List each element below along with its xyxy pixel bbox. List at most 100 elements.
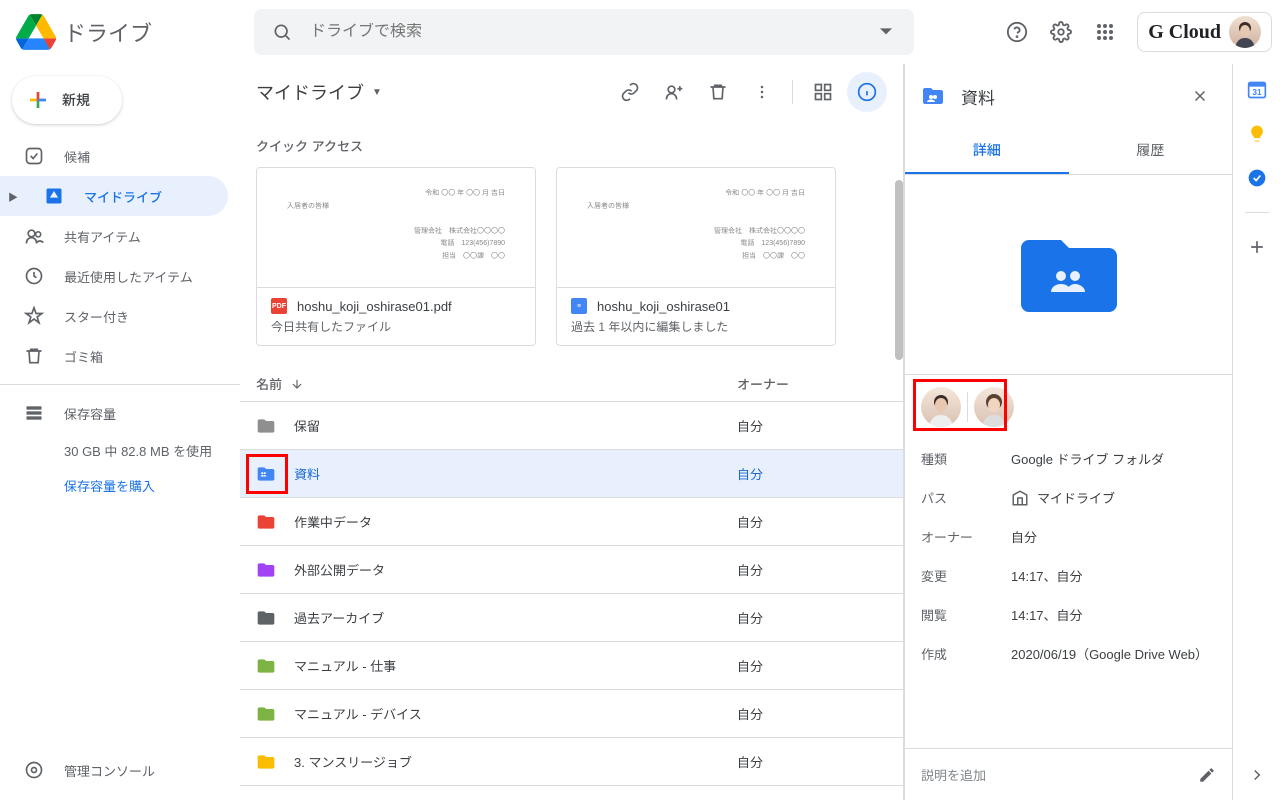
file-row[interactable]: 過去アーカイブ自分 xyxy=(240,594,903,642)
edit-icon[interactable] xyxy=(1198,766,1216,784)
tab-activity[interactable]: 履歴 xyxy=(1069,128,1233,174)
folder-icon xyxy=(256,464,276,484)
sidebar-item-label: 最近使用したアイテム xyxy=(64,267,193,286)
logo-area[interactable]: ドライブ xyxy=(16,12,254,52)
file-row[interactable]: 保留自分 xyxy=(240,402,903,450)
pdf-icon: PDF xyxy=(271,298,287,314)
apps-icon[interactable] xyxy=(1085,12,1125,52)
details-panel: 資料 詳細 履歴 xyxy=(904,64,1232,800)
keep-app-icon[interactable] xyxy=(1247,124,1267,144)
svg-text:31: 31 xyxy=(1252,87,1262,97)
sidebar-item-trash[interactable]: ゴミ箱 xyxy=(0,336,228,376)
doc-icon: ≡ xyxy=(571,298,587,314)
details-title: 資料 xyxy=(961,84,1168,109)
access-avatars[interactable] xyxy=(905,375,1232,439)
delete-icon[interactable] xyxy=(698,72,738,112)
file-owner: 自分 xyxy=(737,560,887,579)
search-options-icon[interactable] xyxy=(866,12,906,52)
sidebar-item-star[interactable]: スター付き xyxy=(0,296,228,336)
storage-usage: 30 GB 中 82.8 MB を使用 xyxy=(0,433,240,468)
scrollbar[interactable] xyxy=(895,180,903,360)
detail-created: 2020/06/19（Google Drive Web） xyxy=(1011,644,1216,663)
sidebar-item-label: スター付き xyxy=(64,307,129,326)
file-owner: 自分 xyxy=(737,416,887,435)
sidebar-item-label: マイドライブ xyxy=(84,187,162,206)
sidebar-admin[interactable]: 管理コンソール xyxy=(0,750,228,790)
grid-view-icon[interactable] xyxy=(803,72,843,112)
sidebar-item-clock[interactable]: 最近使用したアイテム xyxy=(0,256,228,296)
plus-icon xyxy=(26,88,50,112)
file-name: 過去アーカイブ xyxy=(294,608,737,627)
file-owner: 自分 xyxy=(737,608,887,627)
product-name: ドライブ xyxy=(64,16,152,48)
admin-icon xyxy=(24,760,44,780)
sidebar: 新規 候補 ▶ マイドライブ共有アイテム最近使用したアイテムスター付きゴミ箱 保存容… xyxy=(0,64,240,800)
calendar-app-icon[interactable]: 31 xyxy=(1247,80,1267,100)
file-row[interactable]: マニュアル - デバイス自分 xyxy=(240,690,903,738)
quick-access-label: クイック アクセス xyxy=(240,120,903,167)
sidebar-item-checkbox[interactable]: 候補 xyxy=(0,136,228,176)
people-icon xyxy=(24,226,44,246)
file-name: 外部公開データ xyxy=(294,560,737,579)
detail-path[interactable]: マイドライブ xyxy=(1011,488,1216,507)
tasks-app-icon[interactable] xyxy=(1247,168,1267,188)
quick-access-card[interactable]: 令和 〇〇 年 〇〇 月 吉日入居者の皆様管理会社 株式会社〇〇〇〇電話 123… xyxy=(556,167,836,346)
quick-access-card[interactable]: 令和 〇〇 年 〇〇 月 吉日入居者の皆様管理会社 株式会社〇〇〇〇電話 123… xyxy=(256,167,536,346)
tab-details[interactable]: 詳細 xyxy=(905,128,1069,174)
file-row[interactable]: 3. マンスリージョブ自分 xyxy=(240,738,903,786)
side-rail: 31 xyxy=(1232,64,1280,800)
get-link-icon[interactable] xyxy=(610,72,650,112)
more-icon[interactable] xyxy=(742,72,782,112)
brand-label: G Cloud xyxy=(1148,21,1221,44)
expand-icon[interactable]: ▶ xyxy=(8,189,24,204)
user-avatar[interactable] xyxy=(1229,16,1261,48)
sidebar-item-drive[interactable]: ▶ マイドライブ xyxy=(0,176,228,216)
breadcrumb[interactable]: マイドライブ ▼ xyxy=(256,79,382,105)
share-icon[interactable] xyxy=(654,72,694,112)
description-field[interactable]: 説明を追加 xyxy=(905,748,1232,800)
file-name: マニュアル - デバイス xyxy=(294,704,737,723)
sidebar-item-people[interactable]: 共有アイテム xyxy=(0,216,228,256)
app-header: ドライブ G Cloud xyxy=(0,0,1280,64)
file-row[interactable]: 外部公開データ自分 xyxy=(240,546,903,594)
new-button[interactable]: 新規 xyxy=(12,76,122,124)
add-app-icon[interactable] xyxy=(1247,237,1267,257)
sidebar-item-label: 共有アイテム xyxy=(64,227,141,246)
column-name[interactable]: 名前 xyxy=(256,374,282,393)
column-owner[interactable]: オーナー xyxy=(737,374,887,393)
content-area: マイドライブ ▼ クイック アクセス 令和 〇〇 年 〇〇 月 吉日入居者の皆様… xyxy=(240,64,904,800)
drive-logo-icon xyxy=(16,12,56,52)
file-row[interactable]: マニュアル - 仕事自分 xyxy=(240,642,903,690)
folder-icon xyxy=(256,512,276,532)
file-row[interactable]: 資料自分 xyxy=(240,450,903,498)
file-name: 資料 xyxy=(294,464,737,483)
detail-owner: 自分 xyxy=(1011,527,1216,546)
sidebar-item-label: ゴミ箱 xyxy=(64,347,103,366)
search-icon[interactable] xyxy=(262,12,302,52)
search-input[interactable] xyxy=(302,23,866,41)
close-icon[interactable] xyxy=(1184,80,1216,112)
sort-arrow-icon[interactable] xyxy=(290,377,304,391)
file-name: 3. マンスリージョブ xyxy=(294,752,737,771)
help-icon[interactable] xyxy=(997,12,1037,52)
detail-viewed: 14:17、自分 xyxy=(1011,605,1216,624)
file-row[interactable]: 作業中データ自分 xyxy=(240,498,903,546)
folder-large-icon xyxy=(1021,236,1117,314)
folder-icon xyxy=(256,704,276,724)
drive-icon xyxy=(44,186,64,206)
account-chip[interactable]: G Cloud xyxy=(1137,12,1272,52)
star-icon xyxy=(24,306,44,326)
search-bar[interactable] xyxy=(254,9,914,55)
detail-type: Google ドライブ フォルダ xyxy=(1011,449,1216,468)
folder-icon xyxy=(256,608,276,628)
buy-storage-link[interactable]: 保存容量を購入 xyxy=(0,468,240,503)
file-owner: 自分 xyxy=(737,464,887,483)
collapse-rail-icon[interactable] xyxy=(1248,766,1266,784)
settings-icon[interactable] xyxy=(1041,12,1081,52)
shared-folder-icon xyxy=(921,84,945,108)
sidebar-storage[interactable]: 保存容量 xyxy=(0,393,228,433)
file-name: 作業中データ xyxy=(294,512,737,531)
folder-icon xyxy=(256,656,276,676)
file-name: 保留 xyxy=(294,416,737,435)
details-toggle-icon[interactable] xyxy=(847,72,887,112)
